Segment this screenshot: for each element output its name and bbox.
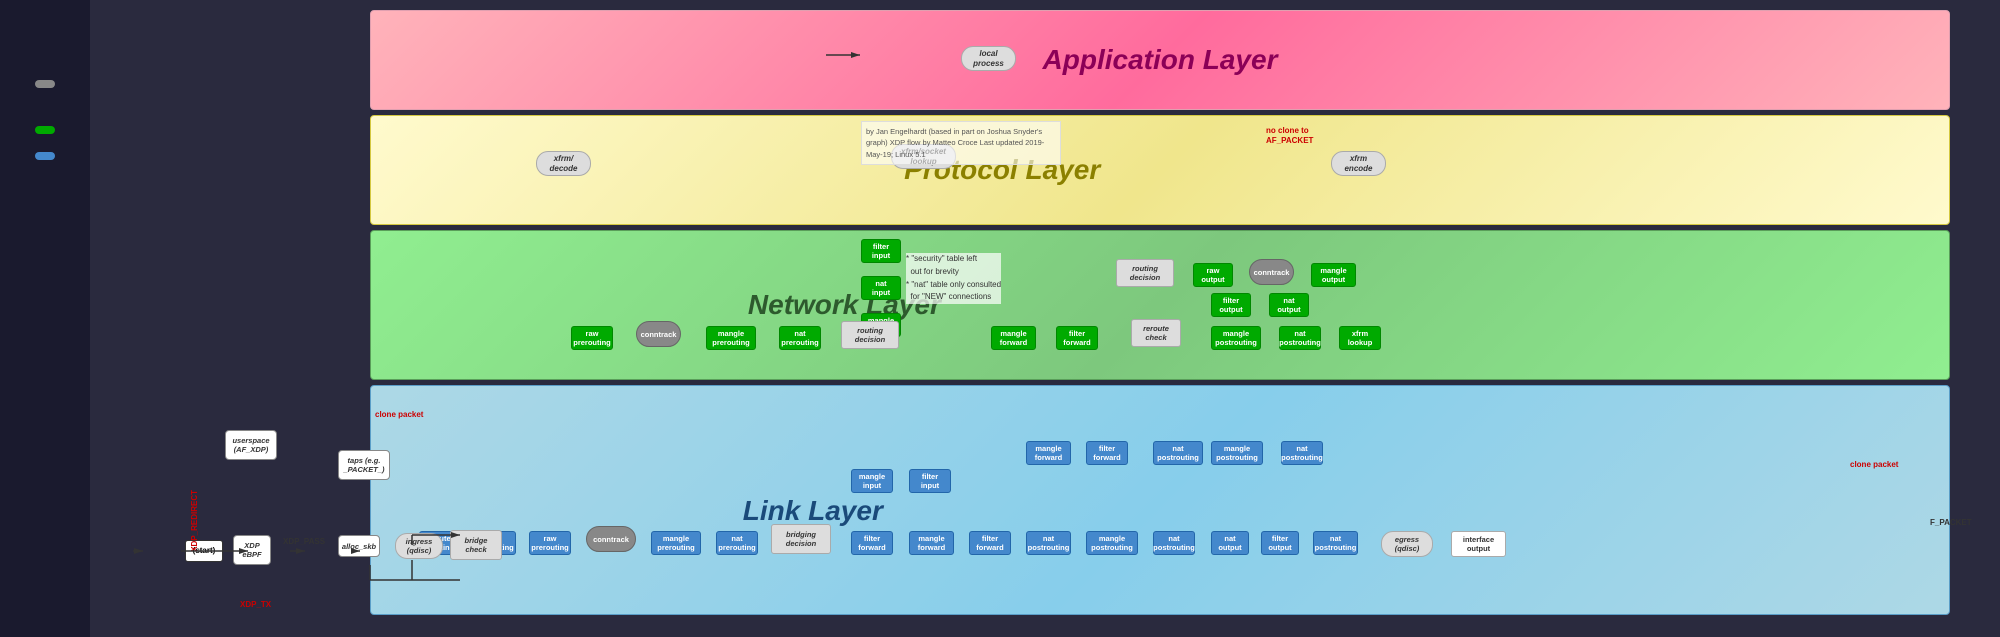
alloc-skb-node: alloc_skb: [338, 535, 380, 557]
nat-prerouting-link2-node: natprerouting: [716, 531, 758, 555]
legend-gray: [35, 80, 55, 88]
no-clone-label: no clone toAF_PACKET: [1266, 126, 1313, 147]
mangle-prerouting-node: mangleprerouting: [706, 326, 756, 350]
ingress-qdisc-node: ingress(qdisc): [395, 533, 443, 559]
author-note: by Jan Engelhardt (based in part on Josh…: [861, 121, 1061, 165]
mangle-postrouting-b-node: manglepostrouting: [1086, 531, 1138, 555]
filter-forward-top-node: filterforward: [1086, 441, 1128, 465]
raw-output-node: rawoutput: [1193, 263, 1233, 287]
egress-qdisc-node: egress(qdisc): [1381, 531, 1433, 557]
nat-prerouting-node: natprerouting: [779, 326, 821, 350]
filter-output-b-node: filteroutput: [1261, 531, 1299, 555]
bridge-check-node: bridgecheck: [450, 530, 502, 560]
network-layer: Network Layer filterinput natinput mangl…: [370, 230, 1950, 380]
raw-prerouting-link-node: rawprerouting: [529, 531, 571, 555]
routing-decision-net-node: routingdecision: [841, 321, 899, 349]
xdp-tx-label: XDP_TX: [240, 600, 271, 609]
mangle-postrouting-node: manglepostrouting: [1211, 326, 1261, 350]
xdp-redirect-label: XDP_REDIRECT: [190, 490, 199, 552]
nat-postrouting-b3-node: natpostrouting: [1313, 531, 1358, 555]
nat-postrouting-top-node: natpostrouting: [1153, 441, 1203, 465]
reroute-check-node: reroutecheck: [1131, 319, 1181, 347]
raw-prerouting-node: rawprerouting: [571, 326, 613, 350]
mangle-forward-b-node: mangleforward: [909, 531, 954, 555]
filter-forward-b-node: filterforward: [851, 531, 893, 555]
link-layer-title: Link Layer: [743, 495, 883, 527]
network-notes: * "security" table left out for brevity …: [906, 253, 1001, 304]
xdp-ebpf-node: XDPeBPF: [233, 535, 271, 565]
nat-postrouting-b-node: natpostrouting: [1026, 531, 1071, 555]
mangle-prerouting-link-node: mangleprerouting: [651, 531, 701, 555]
xdp-pass-label: XDP_PASS: [283, 537, 325, 546]
mangle-forward-node: mangleforward: [991, 326, 1036, 350]
nat-postrouting-b2-node: natpostrouting: [1153, 531, 1195, 555]
nat-postrouting-node: natpostrouting: [1279, 326, 1321, 350]
filter-output-node: filteroutput: [1211, 293, 1251, 317]
conntrack-link-node: conntrack: [586, 526, 636, 552]
link-layer: Link Layer broutebrouting natprerouting …: [370, 385, 1950, 615]
application-layer-title: Application Layer: [1043, 44, 1278, 76]
conntrack-out-node: conntrack: [1249, 259, 1294, 285]
nat-output-b-node: natoutput: [1211, 531, 1249, 555]
xfrm-decode-node: xfrm/decode: [536, 151, 591, 176]
legend-blue: [35, 152, 55, 160]
nat-postrouting-top2-node: natpostrouting: [1281, 441, 1323, 465]
nat-input-node: natinput: [861, 276, 901, 300]
xfrm-encode-node: xfrmencode: [1331, 151, 1386, 176]
filter-forward-node: filterforward: [1056, 326, 1098, 350]
af-packet-right-label: F_PACKET: [1930, 518, 1972, 527]
conntrack-net-node: conntrack: [636, 321, 681, 347]
legend-green: [35, 126, 55, 134]
mangle-input-link-node: mangleinput: [851, 469, 893, 493]
taps-node: taps (e.g._PACKET_): [338, 450, 390, 480]
left-sidebar: [0, 0, 90, 637]
application-layer: Application Layer localprocess: [370, 10, 1950, 110]
filter-input-node: filterinput: [861, 239, 901, 263]
bridging-decision-node: bridgingdecision: [771, 524, 831, 554]
filter-input-link-node: filterinput: [909, 469, 951, 493]
diagram: Application Layer localprocess Protocol …: [0, 0, 2000, 637]
clone-packet-left-label: clone packet: [375, 410, 423, 419]
nat-output-node: natoutput: [1269, 293, 1309, 317]
protocol-layer: Protocol Layer xfrm/decode xfrm/socketlo…: [370, 115, 1950, 225]
userspace-af-xdp-node: userspace(AF_XDP): [225, 430, 277, 460]
mangle-postrouting-top-node: manglepostrouting: [1211, 441, 1263, 465]
xfrm-lookup-node: xfrmlookup: [1339, 326, 1381, 350]
local-process-node: localprocess: [961, 46, 1016, 71]
mangle-output-node: mangleoutput: [1311, 263, 1356, 287]
filter-forward-b2-node: filterforward: [969, 531, 1011, 555]
main-area: Application Layer localprocess Protocol …: [90, 0, 2000, 637]
mangle-forward-top-node: mangleforward: [1026, 441, 1071, 465]
clone-packet-right-label: clone packet: [1850, 460, 1898, 469]
routing-decision-right-node: routingdecision: [1116, 259, 1174, 287]
interface-output-node: interfaceoutput: [1451, 531, 1506, 557]
